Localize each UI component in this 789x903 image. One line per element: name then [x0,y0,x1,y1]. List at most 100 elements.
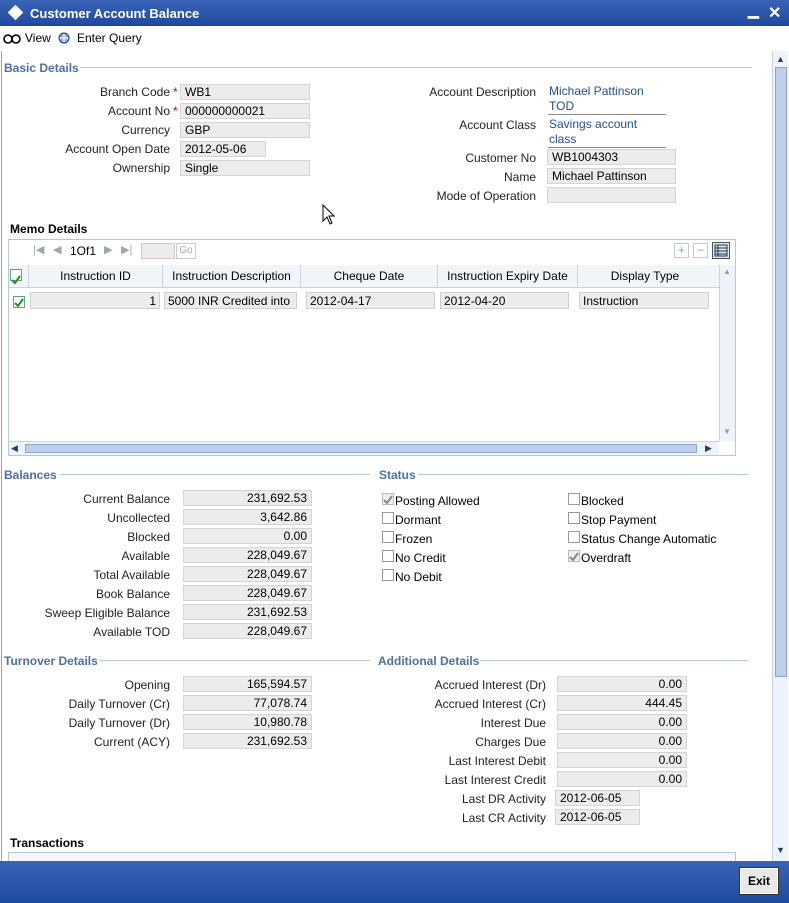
blocked-checkbox[interactable] [568,493,580,505]
daily-turnover-dr-field[interactable]: 10,980.78 [183,714,312,730]
blocked-field[interactable]: 0.00 [183,528,312,544]
blocked-label: Blocked [127,530,170,544]
next-page-icon[interactable]: ▶ [104,243,112,256]
branch-code-field[interactable]: WB1 [180,84,310,100]
dormant-checkbox[interactable] [382,512,394,524]
accrued-interest-dr-label: Accrued Interest (Dr) [434,678,546,692]
book-balance-label: Book Balance [95,587,170,601]
close-icon[interactable]: ✕ [768,3,781,23]
status-change-automatic-label: Status Change Automatic [581,532,717,546]
interest-due-label: Interest Due [480,716,546,730]
view-label: View [25,31,51,45]
no-debit-checkbox[interactable] [382,569,394,581]
add-row-icon[interactable]: + [674,243,689,258]
toolbar: View Enter Query [0,27,789,51]
current-balance-field[interactable]: 231,692.53 [183,490,312,506]
delete-row-icon[interactable]: − [693,243,708,258]
cell-expiry-date[interactable]: 2012-04-20 [440,292,569,309]
minimize-icon[interactable]: ▁ [748,2,759,19]
current-acy-field[interactable]: 231,692.53 [183,733,312,749]
daily-turnover-cr-label: Daily Turnover (Cr) [68,697,170,711]
go-button[interactable]: Go [176,243,196,259]
last-cr-activity-field[interactable]: 2012-06-05 [555,809,640,825]
page-indicator: 1Of1 [70,244,97,258]
account-no-field[interactable]: 000000000021 [180,103,310,119]
page-number-input[interactable] [141,243,175,259]
overdraft-checkbox[interactable] [568,550,580,562]
available-tod-field[interactable]: 228,049.67 [183,623,312,639]
transactions-heading: Transactions [10,836,85,850]
scroll-up-icon[interactable]: ▲ [776,54,785,64]
customer-no-field[interactable]: WB1004303 [547,149,676,165]
available-field[interactable]: 228,049.67 [183,547,312,563]
status-change-automatic-checkbox[interactable] [568,531,580,543]
cell-display-type[interactable]: Instruction [579,292,709,309]
scroll-down-icon[interactable]: ▼ [723,427,731,436]
enter-query-label: Enter Query [77,31,142,45]
uncollected-field[interactable]: 3,642.86 [183,509,312,525]
cell-cheque-date[interactable]: 2012-04-17 [306,292,435,309]
opening-field[interactable]: 165,594.57 [183,676,312,692]
header-cheque-date[interactable]: Cheque Date [301,265,438,287]
last-page-icon[interactable]: ▶| [121,243,132,256]
prev-page-icon[interactable]: ◀ [53,243,61,256]
book-balance-field[interactable]: 228,049.67 [183,585,312,601]
memo-horizontal-scrollbar[interactable]: ◀ ▶ [9,441,719,455]
exit-button[interactable]: Exit [739,867,779,895]
daily-turnover-cr-field[interactable]: 77,078.74 [183,695,312,711]
first-page-icon[interactable]: |◀ [33,243,44,256]
accrued-interest-cr-field[interactable]: 444.45 [557,695,687,711]
sweep-eligible-balance-field[interactable]: 231,692.53 [183,604,312,620]
scroll-up-icon[interactable]: ▲ [723,267,731,276]
stop-payment-checkbox[interactable] [568,512,580,524]
dormant-label: Dormant [395,513,442,527]
current-balance-label: Current Balance [83,492,170,506]
cell-instruction-description[interactable]: 5000 INR Credited into [164,292,297,309]
scroll-right-icon[interactable]: ▶ [705,443,712,454]
interest-due-field[interactable]: 0.00 [557,714,687,730]
account-open-date-field[interactable]: 2012-05-06 [180,141,266,157]
name-label: Name [503,170,536,184]
no-debit-label: No Debit [395,570,442,584]
account-description-value-line2: TOD [549,99,575,113]
single-view-icon[interactable] [712,242,730,259]
scroll-thumb[interactable] [25,444,697,453]
last-interest-debit-field[interactable]: 0.00 [557,752,687,768]
accrued-interest-dr-field[interactable]: 0.00 [557,676,687,692]
scroll-left-icon[interactable]: ◀ [11,443,18,454]
last-dr-activity-field[interactable]: 2012-06-05 [555,790,640,806]
memo-vertical-scrollbar[interactable]: ▲ ▼ [719,265,735,441]
header-display-type[interactable]: Display Type [578,265,712,287]
view-button[interactable]: View [3,31,51,45]
turnover-details-heading: Turnover Details [4,654,98,668]
query-icon [58,32,70,44]
scroll-thumb[interactable] [775,67,787,677]
row-checkbox[interactable] [13,296,25,308]
title-bar: Customer Account Balance ▁ ✕ [0,0,789,26]
posting-allowed-checkbox[interactable] [382,493,394,505]
no-credit-checkbox[interactable] [382,550,394,562]
enter-query-button[interactable]: Enter Query [57,31,142,45]
mode-of-operation-field[interactable] [547,187,676,203]
last-interest-credit-field[interactable]: 0.00 [557,771,687,787]
page-vertical-scrollbar[interactable]: ▲ ▼ [772,51,788,861]
required-marker: * [173,85,178,99]
scroll-down-icon[interactable]: ▼ [776,845,785,855]
window-title: Customer Account Balance [30,6,200,21]
header-instruction-expiry-date[interactable]: Instruction Expiry Date [438,265,578,287]
account-class-value: Savings account [549,117,638,131]
basic-details-heading: Basic Details [4,61,79,75]
name-field[interactable]: Michael Pattinson [547,168,676,184]
frozen-label: Frozen [395,532,433,546]
charges-due-field[interactable]: 0.00 [557,733,687,749]
ownership-field[interactable]: Single [180,160,310,176]
currency-field[interactable]: GBP [180,122,310,138]
header-instruction-description[interactable]: Instruction Description [163,265,301,287]
header-instruction-id[interactable]: Instruction ID [29,265,163,287]
select-all-checkbox[interactable] [10,269,22,285]
frozen-checkbox[interactable] [382,531,394,543]
overdraft-label: Overdraft [581,551,632,565]
total-available-field[interactable]: 228,049.67 [183,566,312,582]
cell-instruction-id[interactable]: 1 [30,292,160,309]
sweep-eligible-balance-label: Sweep Eligible Balance [44,606,170,620]
